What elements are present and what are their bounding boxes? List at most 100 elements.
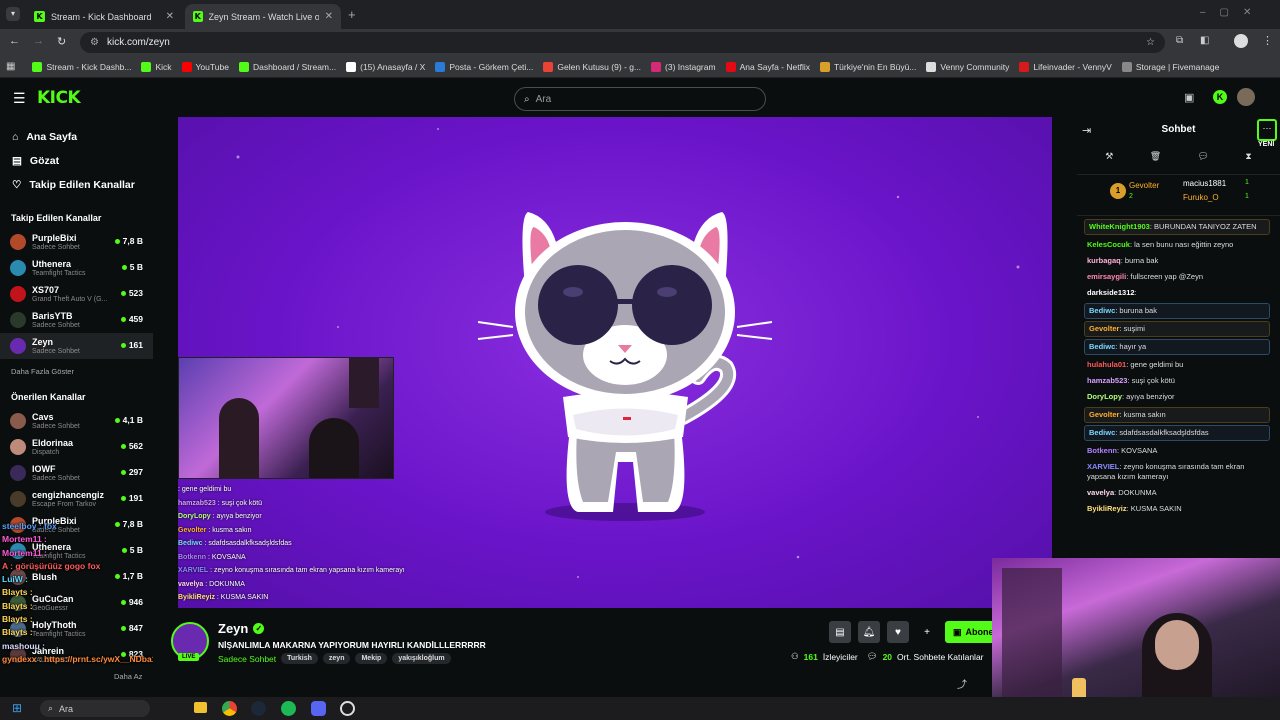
followed-channel-item[interactable]: Uthenera Teamfight Tactics 5 B: [0, 255, 153, 281]
kick-favicon-icon: K: [34, 11, 45, 22]
bookmark-item[interactable]: Venny Community: [921, 61, 1014, 72]
recommended-channel-item[interactable]: Eldorinaa Dispatch 562: [0, 434, 153, 460]
puzzle-icon[interactable]: ◧: [1200, 35, 1209, 46]
stream-category[interactable]: Sadece Sohbet: [218, 654, 276, 664]
bookmark-item[interactable]: (15) Anasayfa / X: [341, 61, 430, 72]
bookmark-item[interactable]: Dashboard / Stream...: [234, 61, 341, 72]
bookmark-item[interactable]: Storage | Fivemanage: [1117, 61, 1224, 72]
chat-username[interactable]: Bediwc: [1089, 428, 1115, 437]
steam-icon[interactable]: [251, 701, 266, 716]
chat-username[interactable]: Botkenn: [1087, 446, 1117, 455]
chat-username[interactable]: WhiteKnight1903: [1089, 222, 1150, 231]
chat-username[interactable]: ByikliReyiz: [1087, 504, 1127, 513]
new-tab-button[interactable]: +: [348, 7, 356, 22]
show-less-link[interactable]: Daha Az: [114, 672, 142, 681]
chat-username[interactable]: DoryLopy: [1087, 392, 1122, 401]
menu-dots-icon[interactable]: ⋮: [1262, 34, 1273, 47]
chat-username[interactable]: hulahula01: [1087, 360, 1126, 369]
hamburger-menu-icon[interactable]: ☰: [13, 90, 26, 107]
extension-icon[interactable]: ⧉: [1176, 35, 1183, 46]
bookmark-item[interactable]: Türkiye'nin En Büyü...: [815, 61, 921, 72]
chat-username[interactable]: darkside1312: [1087, 288, 1135, 297]
spotify-icon[interactable]: [281, 701, 296, 716]
chat-username[interactable]: XARVIEL: [1087, 462, 1119, 471]
chrome-icon[interactable]: [222, 701, 237, 716]
profile-icon[interactable]: [1234, 34, 1248, 48]
chat-username[interactable]: hamzab523: [1087, 376, 1127, 385]
streamer-name[interactable]: Zeyn: [218, 621, 248, 636]
chat-username[interactable]: kurbagaq: [1087, 256, 1121, 265]
tab-zeyn-stream[interactable]: K Zeyn Stream - Watch Live on Ki ✕: [185, 4, 341, 29]
reload-icon[interactable]: ↻: [57, 35, 66, 48]
overlay-chat-message: vavelya : DOKUNMA: [178, 580, 245, 588]
bookmark-item[interactable]: Gelen Kutusu (9) - g...: [538, 61, 646, 72]
bookmark-star-icon[interactable]: ☆: [1146, 37, 1155, 48]
file-explorer-icon[interactable]: [194, 702, 207, 713]
bookmark-item[interactable]: (3) Instagram: [646, 61, 721, 72]
bookmark-item[interactable]: Kick: [136, 61, 176, 72]
clip-button[interactable]: ▤: [829, 621, 851, 643]
search-input[interactable]: ⌕ Ara: [514, 87, 766, 111]
hourglass-icon[interactable]: ⧗: [1245, 151, 1251, 162]
bookmark-item[interactable]: Posta - Görkem Çeti...: [430, 61, 538, 72]
followed-channel-item[interactable]: XS707 Grand Theft Auto V (G... 523: [0, 281, 153, 307]
nav-following[interactable]: ♡ Takip Edilen Kanallar: [0, 173, 153, 197]
followed-channel-item[interactable]: PurpleBixi Sadece Sohbet 7,8 B: [0, 229, 153, 255]
kick-logo[interactable]: KICK: [37, 88, 81, 108]
gifter-name[interactable]: macius1881: [1183, 179, 1226, 188]
chat-menu-button[interactable]: ⋯: [1257, 119, 1277, 141]
chat-username[interactable]: Bediwc: [1089, 342, 1115, 351]
chat-username[interactable]: Gevolter: [1089, 324, 1119, 333]
live-viewers: 297: [120, 467, 143, 477]
followed-channel-item[interactable]: Zeyn Sadece Sohbet 161: [0, 333, 153, 359]
taskbar-search[interactable]: ⌕ Ara: [40, 700, 150, 717]
nav-browse[interactable]: ▤ Gözat: [0, 149, 153, 173]
trash-icon[interactable]: 🗑︎: [1150, 151, 1161, 162]
discord-icon[interactable]: [311, 701, 326, 716]
recommended-channel-item[interactable]: IOWF Sadece Sohbet 297: [0, 460, 153, 486]
inbox-icon[interactable]: ▣: [1184, 91, 1194, 104]
nav-home[interactable]: ⌂ Ana Sayfa: [0, 125, 153, 149]
recommended-channel-item[interactable]: Cavs Sadece Sohbet 4,1 B: [0, 408, 153, 434]
kick-coin-icon[interactable]: K: [1213, 90, 1227, 104]
gift-button[interactable]: +: [916, 621, 938, 643]
windows-start-icon[interactable]: ⊞: [12, 701, 22, 715]
stream-tag[interactable]: Turkish: [281, 653, 318, 664]
show-more-link[interactable]: Daha Fazla Göster: [0, 359, 153, 382]
mod-tools-icon[interactable]: ⚒: [1105, 151, 1113, 162]
stream-tag[interactable]: Mekip: [355, 653, 388, 664]
chat-username[interactable]: Gevolter: [1089, 410, 1119, 419]
apps-icon[interactable]: ▦: [6, 61, 15, 72]
recommended-channel-item[interactable]: cengizhancengiz Escape From Tarkov 191: [0, 486, 153, 512]
chat-username[interactable]: KelesCocuk: [1087, 240, 1130, 249]
avatar[interactable]: [1237, 88, 1255, 106]
back-icon[interactable]: ←: [9, 35, 20, 47]
bookmark-item[interactable]: Ana Sayfa - Netflix: [721, 61, 815, 72]
follow-button[interactable]: ♥: [887, 621, 909, 643]
chat-username[interactable]: emirsaygili: [1087, 272, 1126, 281]
bookmark-item[interactable]: Stream - Kick Dashb...: [27, 61, 136, 72]
followed-channel-item[interactable]: BarisYTB Sadece Sohbet 459: [0, 307, 153, 333]
notify-button[interactable]: 🔔︎: [858, 621, 880, 643]
bookmark-item[interactable]: Lifeinvader - VennyV: [1014, 61, 1116, 72]
gifter-name[interactable]: Gevolter: [1129, 181, 1159, 190]
window-controls[interactable]: –▢✕: [1200, 7, 1265, 18]
tab-kick-dashboard[interactable]: K Stream - Kick Dashboard ✕: [26, 4, 182, 29]
address-bar[interactable]: ⚙ kick.com/zeyn ☆: [80, 32, 1165, 53]
stream-tag[interactable]: zeyn: [322, 653, 351, 664]
gifter-name[interactable]: Furuko_O: [1183, 193, 1219, 202]
share-icon[interactable]: ⤴: [957, 676, 967, 691]
chat-bubble-icon[interactable]: 💬︎: [1198, 151, 1209, 162]
close-tab-icon[interactable]: ✕: [166, 11, 174, 22]
stream-tag[interactable]: yakışıkloğlum: [392, 653, 451, 664]
obs-icon[interactable]: [340, 701, 355, 716]
bookmark-item[interactable]: YouTube: [177, 61, 234, 72]
forward-icon[interactable]: →: [33, 35, 44, 47]
tab-search-button[interactable]: ▾: [6, 7, 20, 21]
site-info-icon[interactable]: ⚙: [90, 37, 99, 48]
chat-username[interactable]: vavelya: [1087, 488, 1114, 497]
overlay-left-message: A : görüşürüüz gogo fox: [2, 560, 101, 571]
close-tab-icon[interactable]: ✕: [325, 11, 333, 22]
chat-username[interactable]: Bediwc: [1089, 306, 1115, 315]
clip-icon: ▤: [835, 626, 845, 638]
